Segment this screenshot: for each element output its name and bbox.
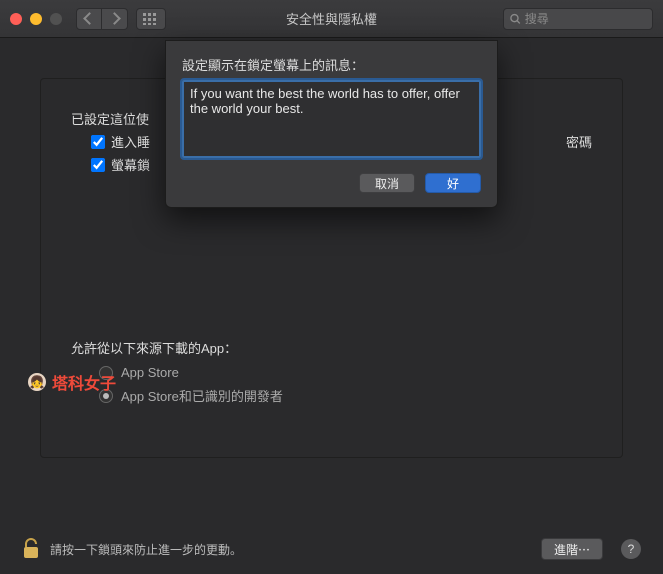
watermark-text: 塔科女子 xyxy=(52,370,116,394)
show-message-label: 螢幕鎖 xyxy=(111,155,150,174)
radio-identified-row[interactable]: App Store和已識別的開發者 xyxy=(99,386,592,405)
dialog-actions: 取消 好 xyxy=(182,173,481,193)
traffic-lights xyxy=(10,13,62,25)
titlebar: 安全性與隱私權 xyxy=(0,0,663,38)
dialog-label: 設定顯示在鎖定螢幕上的訊息： xyxy=(182,55,481,74)
configured-user-text: 已設定這位使 xyxy=(71,109,149,128)
watermark: 👧 塔科女子 xyxy=(28,370,116,394)
show-all-button[interactable] xyxy=(136,8,166,30)
forward-button[interactable] xyxy=(102,8,128,30)
zoom-window-button xyxy=(50,13,62,25)
cancel-button[interactable]: 取消 xyxy=(359,173,415,193)
nav-buttons xyxy=(76,8,128,30)
require-password-label: 進入睡 xyxy=(111,132,150,151)
chevron-left-icon xyxy=(83,12,96,25)
back-button[interactable] xyxy=(76,8,102,30)
right-label: 密碼 xyxy=(566,132,592,151)
grid-icon xyxy=(143,13,159,25)
radio-appstore-row[interactable]: App Store xyxy=(99,365,592,380)
minimize-window-button[interactable] xyxy=(30,13,42,25)
allow-apps-label: 允許從以下來源下載的App： xyxy=(71,338,592,357)
help-button[interactable]: ? xyxy=(621,539,641,559)
lock-text: 請按一下鎖頭來防止進一步的更動。 xyxy=(50,541,242,558)
search-icon xyxy=(510,13,521,25)
close-window-button[interactable] xyxy=(10,13,22,25)
show-message-checkbox[interactable] xyxy=(91,158,105,172)
require-password-checkbox[interactable] xyxy=(91,135,105,149)
advanced-button[interactable]: 進階⋯ xyxy=(541,538,603,560)
footer: 請按一下鎖頭來防止進一步的更動。 進階⋯ ? xyxy=(0,524,663,574)
search-input[interactable] xyxy=(525,12,646,26)
lock-message-dialog: 設定顯示在鎖定螢幕上的訊息： 取消 好 xyxy=(165,40,498,208)
lock-icon[interactable] xyxy=(22,538,40,560)
radio-appstore-label: App Store xyxy=(121,365,179,380)
watermark-icon: 👧 xyxy=(28,373,46,391)
ok-button[interactable]: 好 xyxy=(425,173,481,193)
chevron-right-icon xyxy=(108,12,121,25)
lock-message-textarea[interactable] xyxy=(182,80,481,158)
search-field-wrap[interactable] xyxy=(503,8,653,30)
radio-identified-label: App Store和已識別的開發者 xyxy=(121,386,283,405)
